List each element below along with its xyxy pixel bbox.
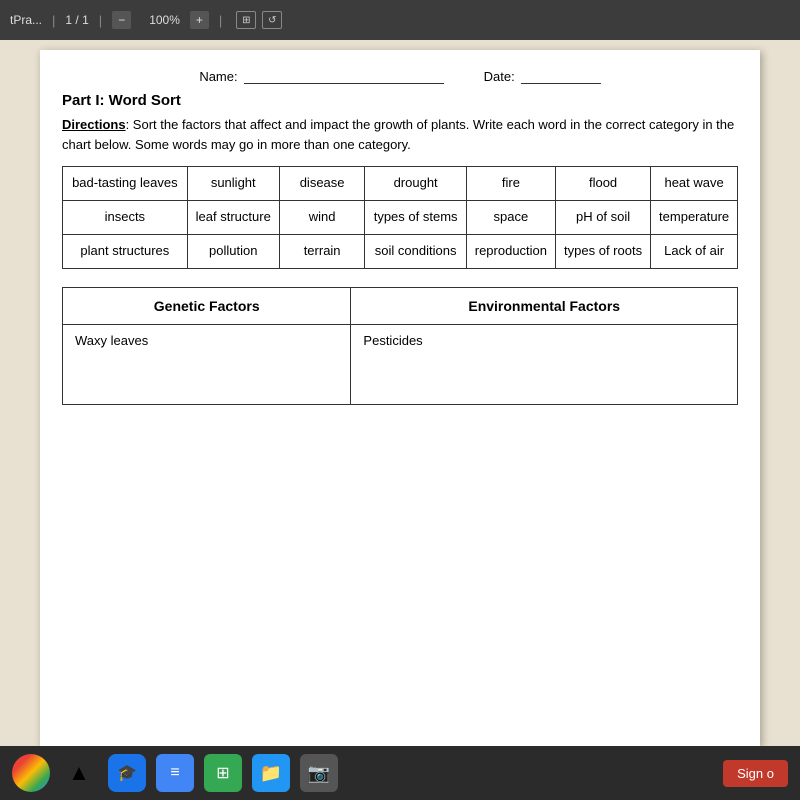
rotate-icon[interactable]: ↺ bbox=[262, 11, 282, 29]
word-sort-cell: flood bbox=[555, 167, 650, 201]
part-heading: Part I: Word Sort bbox=[62, 92, 738, 109]
word-sort-cell: heat wave bbox=[651, 167, 738, 201]
document-area: Name: Date: Part I: Word Sort Directions… bbox=[0, 40, 800, 746]
date-field: Date: bbox=[484, 68, 601, 84]
word-sort-table: bad-tasting leavessunlightdiseasedrought… bbox=[62, 166, 738, 269]
word-sort-cell: pollution bbox=[187, 234, 279, 268]
word-sort-cell: temperature bbox=[651, 200, 738, 234]
word-sort-row: bad-tasting leavessunlightdiseasedrought… bbox=[63, 167, 738, 201]
word-sort-cell: disease bbox=[279, 167, 365, 201]
word-sort-cell: plant structures bbox=[63, 234, 188, 268]
word-sort-cell: sunlight bbox=[187, 167, 279, 201]
word-sort-cell: wind bbox=[279, 200, 365, 234]
page-indicator: 1 / 1 bbox=[65, 13, 88, 27]
factors-table: Genetic Factors Environmental Factors Wa… bbox=[62, 287, 738, 405]
word-sort-row: plant structurespollutionterrainsoil con… bbox=[63, 234, 738, 268]
toolbar-icons: ⊞ ↺ bbox=[236, 11, 282, 29]
date-label: Date: bbox=[484, 69, 515, 84]
google-drive-icon[interactable]: ▲ bbox=[60, 754, 98, 792]
word-sort-cell: soil conditions bbox=[365, 234, 466, 268]
google-sheets-icon[interactable]: ⊞ bbox=[204, 754, 242, 792]
date-input-line bbox=[521, 68, 601, 84]
word-sort-cell: reproduction bbox=[466, 234, 555, 268]
toolbar-sep3: | bbox=[219, 13, 222, 28]
directions-label: Directions bbox=[62, 117, 126, 132]
word-sort-row: insectsleaf structurewindtypes of stemss… bbox=[63, 200, 738, 234]
word-sort-cell: Lack of air bbox=[651, 234, 738, 268]
word-sort-cell: types of stems bbox=[365, 200, 466, 234]
word-sort-cell: space bbox=[466, 200, 555, 234]
google-classroom-icon[interactable]: 🎓 bbox=[108, 754, 146, 792]
word-sort-cell: fire bbox=[466, 167, 555, 201]
word-sort-cell: insects bbox=[63, 200, 188, 234]
taskbar: ▲ 🎓 ≡ ⊞ 📁 📷 Sign o bbox=[0, 746, 800, 800]
toolbar-separator: | bbox=[52, 13, 55, 28]
environmental-factors-content: Pesticides bbox=[351, 324, 738, 404]
zoom-level: 100% bbox=[149, 13, 180, 27]
directions-body: : Sort the factors that affect and impac… bbox=[62, 117, 734, 152]
tab-title: tPra... bbox=[10, 13, 42, 27]
doc-page: Name: Date: Part I: Word Sort Directions… bbox=[40, 50, 760, 746]
genetic-factors-content: Waxy leaves bbox=[63, 324, 351, 404]
word-sort-cell: pH of soil bbox=[555, 200, 650, 234]
zoom-out-button[interactable]: − bbox=[112, 11, 131, 29]
word-sort-cell: leaf structure bbox=[187, 200, 279, 234]
environmental-factors-header: Environmental Factors bbox=[351, 287, 738, 324]
fit-page-icon[interactable]: ⊞ bbox=[236, 11, 256, 29]
camera-icon[interactable]: 📷 bbox=[300, 754, 338, 792]
toolbar-sep2: | bbox=[99, 13, 102, 28]
name-label: Name: bbox=[199, 69, 237, 84]
zoom-in-button[interactable]: + bbox=[190, 11, 209, 29]
name-input-line bbox=[244, 68, 444, 84]
directions-text: Directions: Sort the factors that affect… bbox=[62, 115, 738, 154]
word-sort-cell: types of roots bbox=[555, 234, 650, 268]
genetic-factors-header: Genetic Factors bbox=[63, 287, 351, 324]
word-sort-cell: terrain bbox=[279, 234, 365, 268]
word-sort-cell: bad-tasting leaves bbox=[63, 167, 188, 201]
folder-icon[interactable]: 📁 bbox=[252, 754, 290, 792]
factors-content-row: Waxy leaves Pesticides bbox=[63, 324, 738, 404]
name-date-line: Name: Date: bbox=[62, 68, 738, 84]
sign-out-button[interactable]: Sign o bbox=[723, 760, 788, 787]
google-docs-icon[interactable]: ≡ bbox=[156, 754, 194, 792]
browser-toolbar: tPra... | 1 / 1 | − 100% + | ⊞ ↺ bbox=[0, 0, 800, 40]
chrome-icon[interactable] bbox=[12, 754, 50, 792]
word-sort-cell: drought bbox=[365, 167, 466, 201]
name-field: Name: bbox=[199, 68, 443, 84]
